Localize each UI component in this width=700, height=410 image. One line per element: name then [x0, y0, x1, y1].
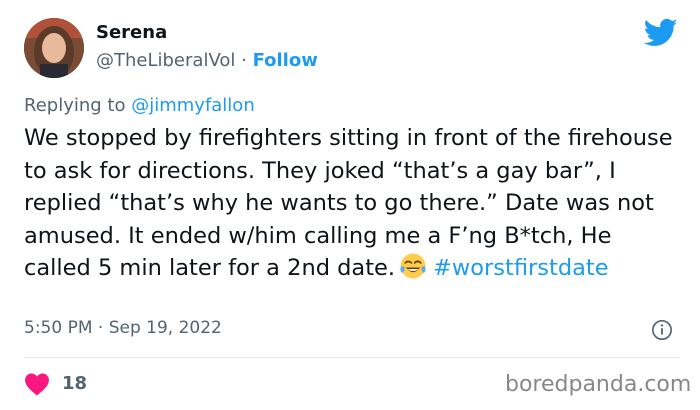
tweet-time: 5:50 PM	[24, 318, 93, 338]
follow-button[interactable]: Follow	[253, 50, 318, 71]
tweet-date: Sep 19, 2022	[108, 318, 222, 338]
tweet-text: We stopped by firefighters sitting in fr…	[24, 122, 684, 285]
meta-separator: ·	[97, 318, 104, 338]
reply-mention-link[interactable]: @jimmyfallon	[131, 95, 255, 116]
divider	[24, 357, 680, 358]
author-name[interactable]: Serena	[96, 22, 167, 43]
twitter-bird-icon[interactable]	[644, 18, 678, 48]
tweet-timestamp[interactable]: 5:50 PM · Sep 19, 2022	[24, 318, 222, 338]
info-icon[interactable]	[651, 319, 673, 341]
author-handle[interactable]: @TheLiberalVol	[96, 50, 235, 71]
heart-icon[interactable]	[24, 372, 50, 396]
handle-separator: ·	[241, 50, 247, 71]
replying-to: Replying to @jimmyfallon	[24, 95, 255, 116]
watermark: boredpanda.com	[505, 372, 692, 397]
like-count: 18	[62, 373, 88, 394]
replying-prefix: Replying to	[24, 95, 126, 116]
tears-of-joy-emoji-icon	[400, 253, 426, 279]
hashtag-link[interactable]: #worstfirstdate	[433, 255, 609, 281]
avatar[interactable]	[24, 18, 84, 78]
author-handle-line: @TheLiberalVol · Follow	[96, 50, 318, 71]
